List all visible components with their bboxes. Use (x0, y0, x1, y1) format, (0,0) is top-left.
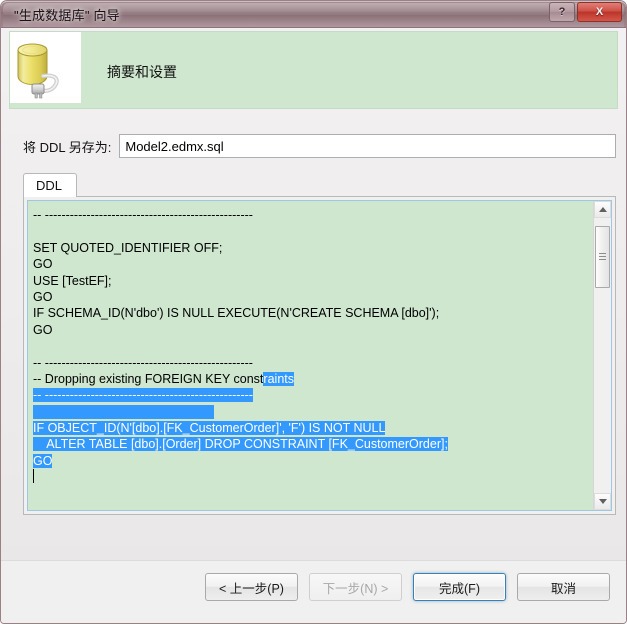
code-text-selected: IF OBJECT_ID(N'[dbo].[FK_CustomerOrder]'… (33, 421, 386, 436)
scroll-down-arrow-icon[interactable] (594, 493, 611, 510)
cancel-button[interactable]: 取消 (517, 573, 610, 601)
scrollbar-grip-icon (599, 253, 606, 261)
tab-panel-ddl: -- -------------------------------------… (23, 196, 616, 515)
wizard-body: 将 DDL 另存为: DDL -- ----------------------… (9, 113, 618, 561)
code-line: USE [TestEF]; (33, 273, 112, 288)
code-vertical-scrollbar[interactable] (593, 201, 611, 510)
ddl-save-as-label: 将 DDL 另存为: (23, 139, 112, 155)
tab-strip: DDL (23, 172, 616, 197)
help-button[interactable]: ? (549, 2, 575, 22)
code-line: SET QUOTED_IDENTIFIER OFF; (33, 240, 223, 255)
code-line: -- -------------------------------------… (33, 355, 253, 370)
tab-ddl[interactable]: DDL (23, 173, 78, 197)
code-selection-pad (33, 404, 214, 419)
code-text-selected: raints (263, 371, 294, 386)
code-text-unselected: -- Dropping existing FOREIGN KEY const (33, 371, 264, 386)
scroll-up-arrow-icon[interactable] (594, 201, 611, 218)
code-line-selected (33, 404, 593, 420)
code-line: -- -------------------------------------… (33, 208, 253, 222)
code-text-selected: ALTER TABLE [dbo].[Order] DROP CONSTRAIN… (33, 437, 448, 452)
code-line: GO (33, 289, 53, 304)
wizard-window: "生成数据库" 向导 ? X 摘要和设置 将 DDL 另存为: Model2.e… (0, 0, 627, 624)
code-line-selected: -- -------------------------------------… (33, 387, 593, 403)
title-bar[interactable]: "生成数据库" 向导 ? X (1, 1, 626, 28)
footer-button-row: < 上一步(P) 下一步(N) > 完成(F) 取消 (205, 573, 610, 601)
close-button[interactable]: X (577, 2, 622, 22)
dialog-footer: < 上一步(P) 下一步(N) > 完成(F) 取消 (1, 560, 626, 623)
text-caret (33, 469, 34, 484)
ddl-code-view[interactable]: -- -------------------------------------… (27, 200, 612, 511)
back-button[interactable]: < 上一步(P) (205, 573, 298, 601)
wizard-header: 摘要和设置 (9, 31, 618, 109)
ddl-save-as-row: 将 DDL 另存为: (9, 134, 618, 158)
next-button: 下一步(N) > (309, 573, 402, 601)
code-line: IF SCHEMA_ID(N'dbo') IS NULL EXECUTE(N'C… (33, 306, 440, 321)
window-title: "生成数据库" 向导 (14, 8, 120, 23)
tab-container: DDL -- ---------------------------------… (23, 172, 616, 515)
code-text-selected: GO (33, 453, 53, 468)
ddl-code-text[interactable]: -- -------------------------------------… (28, 201, 593, 510)
code-line: GO (33, 257, 53, 272)
code-line-partial-selected: -- Dropping existing FOREIGN KEY constra… (33, 371, 593, 387)
code-text-selected: -- -------------------------------------… (33, 388, 253, 403)
code-line-selected: ALTER TABLE [dbo].[Order] DROP CONSTRAIN… (33, 436, 593, 452)
finish-button[interactable]: 完成(F) (413, 573, 506, 601)
page-title: 摘要和设置 (107, 64, 177, 80)
ddl-save-as-input[interactable] (119, 134, 616, 158)
code-line: GO (33, 322, 53, 337)
caption-buttons: ? X (549, 2, 622, 22)
code-line-caret (33, 469, 593, 485)
scrollbar-thumb[interactable] (595, 226, 610, 288)
code-line-selected: GO (33, 453, 593, 469)
database-plug-icon (10, 32, 81, 103)
code-line-selected: IF OBJECT_ID(N'[dbo].[FK_CustomerOrder]'… (33, 420, 593, 436)
